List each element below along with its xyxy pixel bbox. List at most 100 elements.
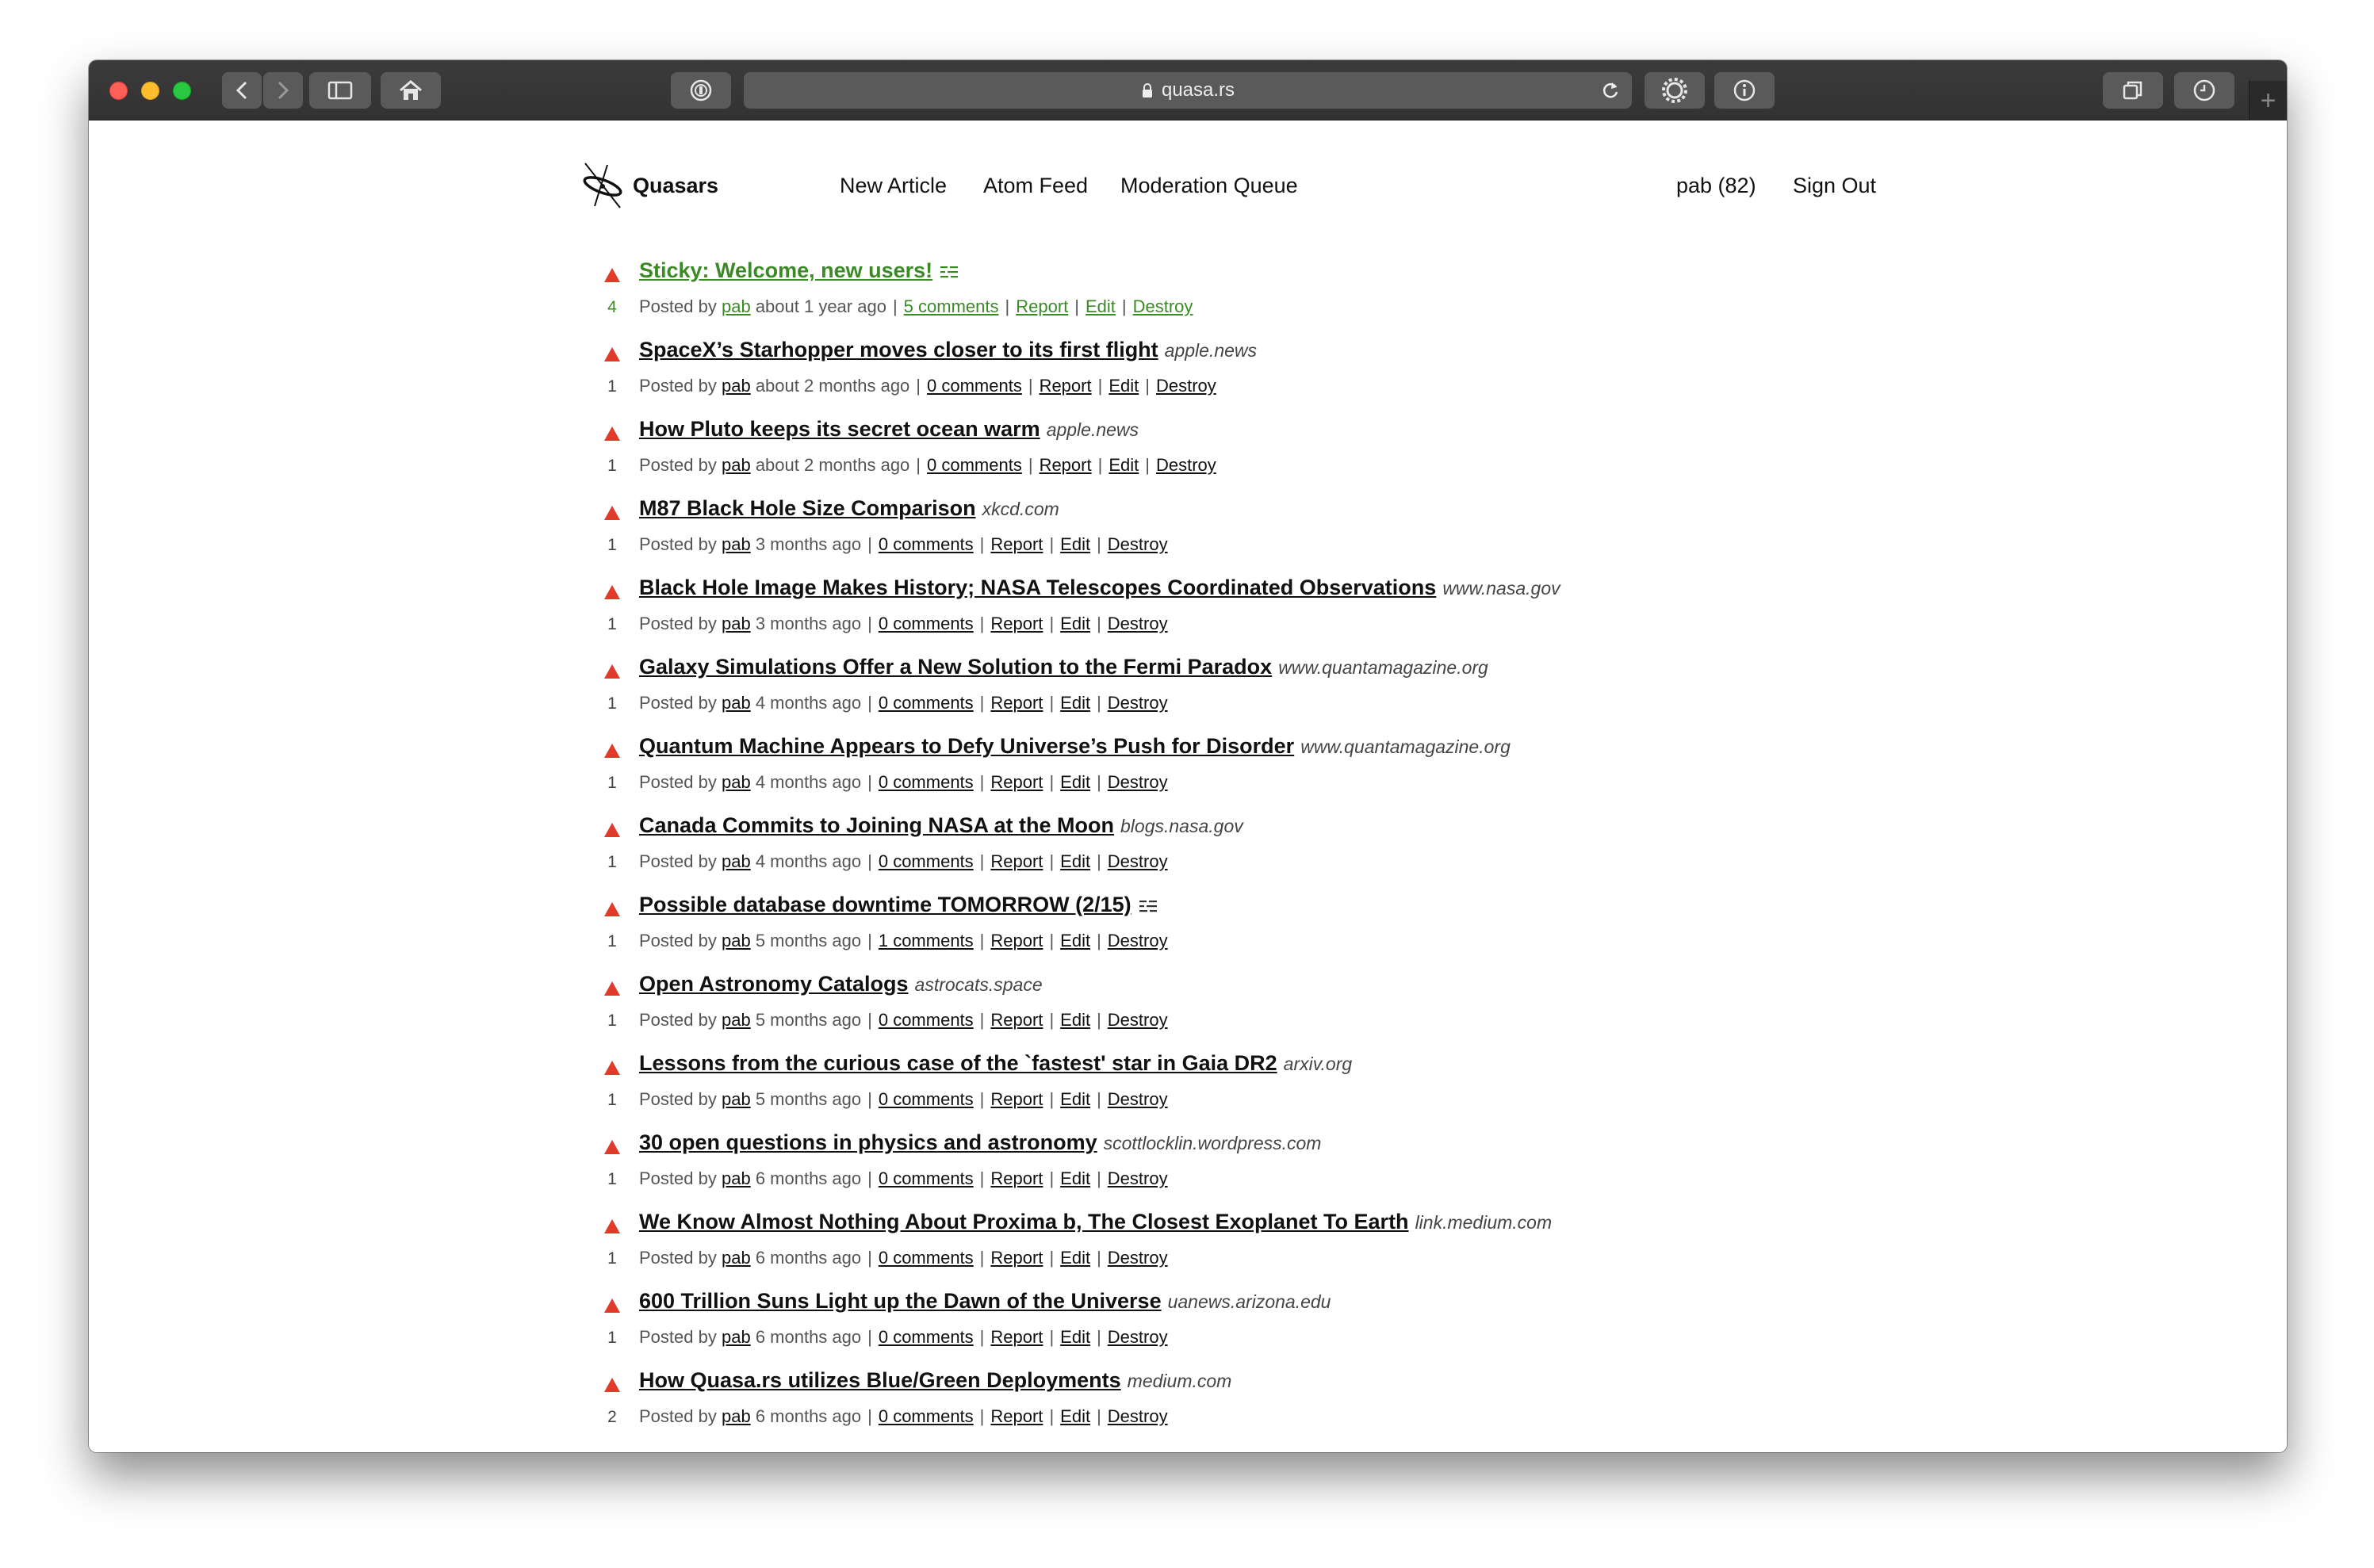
edit-link[interactable]: Edit bbox=[1060, 1010, 1090, 1030]
story-title-link[interactable]: Lessons from the curious case of the `fa… bbox=[639, 1051, 1277, 1075]
story-title-link[interactable]: SpaceX’s Starhopper moves closer to its … bbox=[639, 338, 1158, 361]
destroy-link[interactable]: Destroy bbox=[1156, 376, 1216, 396]
destroy-link[interactable]: Destroy bbox=[1108, 1168, 1168, 1188]
report-link[interactable]: Report bbox=[990, 693, 1043, 713]
edit-link[interactable]: Edit bbox=[1060, 772, 1090, 792]
story-title-link[interactable]: M87 Black Hole Size Comparison bbox=[639, 496, 976, 520]
history-button[interactable] bbox=[2174, 72, 2234, 109]
upvote-arrow-icon[interactable] bbox=[604, 664, 620, 679]
report-link[interactable]: Report bbox=[990, 772, 1043, 792]
destroy-link[interactable]: Destroy bbox=[1108, 851, 1168, 871]
upvote-arrow-icon[interactable] bbox=[604, 585, 620, 599]
upvote-arrow-icon[interactable] bbox=[604, 1298, 620, 1313]
story-title-link[interactable]: 600 Trillion Suns Light up the Dawn of t… bbox=[639, 1289, 1162, 1313]
comments-link[interactable]: 0 comments bbox=[927, 376, 1022, 396]
upvote-arrow-icon[interactable] bbox=[604, 1219, 620, 1233]
upvote-arrow-icon[interactable] bbox=[604, 902, 620, 916]
report-link[interactable]: Report bbox=[990, 1327, 1043, 1347]
comments-link[interactable]: 5 comments bbox=[904, 296, 999, 316]
tab-overview-button[interactable] bbox=[2103, 72, 2163, 109]
edit-link[interactable]: Edit bbox=[1060, 693, 1090, 713]
comments-link[interactable]: 0 comments bbox=[879, 1168, 974, 1188]
sidebar-toggle-button[interactable] bbox=[309, 72, 371, 109]
edit-link[interactable]: Edit bbox=[1060, 534, 1090, 554]
edit-link[interactable]: Edit bbox=[1060, 1168, 1090, 1188]
report-link[interactable]: Report bbox=[990, 614, 1043, 633]
story-title-link[interactable]: 30 open questions in physics and astrono… bbox=[639, 1130, 1097, 1154]
destroy-link[interactable]: Destroy bbox=[1133, 296, 1193, 316]
destroy-link[interactable]: Destroy bbox=[1108, 614, 1168, 633]
story-title-link[interactable]: How Quasa.rs utilizes Blue/Green Deploym… bbox=[639, 1368, 1121, 1392]
upvote-arrow-icon[interactable] bbox=[604, 426, 620, 441]
quasar-logo-icon[interactable] bbox=[580, 162, 625, 209]
edit-link[interactable]: Edit bbox=[1086, 296, 1116, 316]
upvote-arrow-icon[interactable] bbox=[604, 1061, 620, 1075]
author-link[interactable]: pab bbox=[722, 772, 751, 792]
new-tab-button[interactable]: + bbox=[2249, 81, 2287, 120]
story-title-link[interactable]: Quantum Machine Appears to Defy Universe… bbox=[639, 734, 1294, 758]
destroy-link[interactable]: Destroy bbox=[1108, 772, 1168, 792]
comments-link[interactable]: 0 comments bbox=[879, 614, 974, 633]
story-title-link[interactable]: Open Astronomy Catalogs bbox=[639, 972, 909, 996]
comments-link[interactable]: 0 comments bbox=[879, 1010, 974, 1030]
close-window-button[interactable] bbox=[109, 82, 128, 100]
report-link[interactable]: Report bbox=[990, 1168, 1043, 1188]
edit-link[interactable]: Edit bbox=[1109, 455, 1139, 475]
author-link[interactable]: pab bbox=[722, 1168, 751, 1188]
author-link[interactable]: pab bbox=[722, 376, 751, 396]
upvote-arrow-icon[interactable] bbox=[604, 981, 620, 996]
author-link[interactable]: pab bbox=[722, 851, 751, 871]
story-title-link[interactable]: Sticky: Welcome, new users! bbox=[639, 258, 932, 282]
comments-link[interactable]: 0 comments bbox=[879, 1327, 974, 1347]
upvote-arrow-icon[interactable] bbox=[604, 1140, 620, 1154]
edit-link[interactable]: Edit bbox=[1109, 376, 1139, 396]
upvote-arrow-icon[interactable] bbox=[604, 347, 620, 361]
author-link[interactable]: pab bbox=[722, 534, 751, 554]
upvote-arrow-icon[interactable] bbox=[604, 268, 620, 282]
back-button[interactable] bbox=[222, 72, 262, 109]
story-title-link[interactable]: Galaxy Simulations Offer a New Solution … bbox=[639, 655, 1272, 679]
report-link[interactable]: Report bbox=[990, 1248, 1043, 1268]
nav-atom-feed[interactable]: Atom Feed bbox=[983, 174, 1088, 198]
destroy-link[interactable]: Destroy bbox=[1108, 1406, 1168, 1426]
destroy-link[interactable]: Destroy bbox=[1156, 455, 1216, 475]
extensions-button[interactable] bbox=[1645, 72, 1705, 109]
author-link[interactable]: pab bbox=[722, 1406, 751, 1426]
story-title-link[interactable]: How Pluto keeps its secret ocean warm bbox=[639, 417, 1040, 441]
comments-link[interactable]: 0 comments bbox=[879, 693, 974, 713]
destroy-link[interactable]: Destroy bbox=[1108, 534, 1168, 554]
report-link[interactable]: Report bbox=[990, 851, 1043, 871]
comments-link[interactable]: 0 comments bbox=[927, 455, 1022, 475]
info-button[interactable] bbox=[1714, 72, 1775, 109]
nav-moderation-queue[interactable]: Moderation Queue bbox=[1120, 174, 1298, 198]
edit-link[interactable]: Edit bbox=[1060, 1406, 1090, 1426]
edit-link[interactable]: Edit bbox=[1060, 851, 1090, 871]
author-link[interactable]: pab bbox=[722, 1089, 751, 1109]
report-link[interactable]: Report bbox=[990, 1010, 1043, 1030]
password-button[interactable] bbox=[671, 72, 731, 109]
author-link[interactable]: pab bbox=[722, 614, 751, 633]
edit-link[interactable]: Edit bbox=[1060, 1089, 1090, 1109]
edit-link[interactable]: Edit bbox=[1060, 614, 1090, 633]
forward-button[interactable] bbox=[263, 72, 303, 109]
comments-link[interactable]: 1 comments bbox=[879, 931, 974, 950]
edit-link[interactable]: Edit bbox=[1060, 931, 1090, 950]
comments-link[interactable]: 0 comments bbox=[879, 1248, 974, 1268]
nav-user-profile[interactable]: pab (82) bbox=[1676, 174, 1756, 198]
report-link[interactable]: Report bbox=[990, 534, 1043, 554]
site-brand[interactable]: Quasars bbox=[633, 174, 718, 198]
story-title-link[interactable]: Black Hole Image Makes History; NASA Tel… bbox=[639, 576, 1436, 599]
story-title-link[interactable]: Canada Commits to Joining NASA at the Mo… bbox=[639, 813, 1114, 837]
report-link[interactable]: Report bbox=[1040, 376, 1092, 396]
nav-sign-out[interactable]: Sign Out bbox=[1793, 174, 1876, 198]
reload-icon[interactable] bbox=[1600, 80, 1621, 101]
author-link[interactable]: pab bbox=[722, 693, 751, 713]
upvote-arrow-icon[interactable] bbox=[604, 823, 620, 837]
upvote-arrow-icon[interactable] bbox=[604, 744, 620, 758]
destroy-link[interactable]: Destroy bbox=[1108, 1327, 1168, 1347]
report-link[interactable]: Report bbox=[1016, 296, 1068, 316]
author-link[interactable]: pab bbox=[722, 1248, 751, 1268]
author-link[interactable]: pab bbox=[722, 931, 751, 950]
comments-link[interactable]: 0 comments bbox=[879, 1406, 974, 1426]
report-link[interactable]: Report bbox=[1040, 455, 1092, 475]
